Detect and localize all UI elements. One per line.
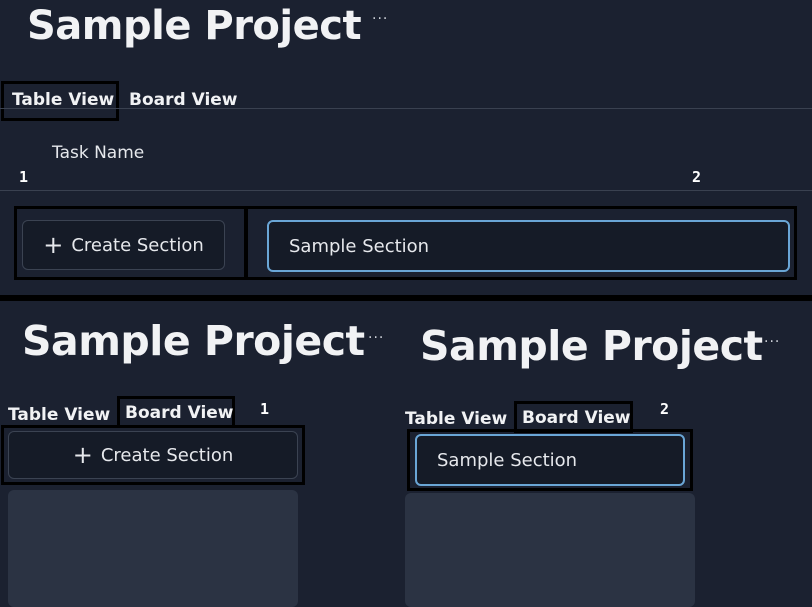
project-title: Sample Project bbox=[22, 317, 365, 365]
section-name-input[interactable] bbox=[267, 220, 790, 272]
tab-table-view[interactable]: Table View bbox=[405, 411, 507, 428]
board-column-placeholder bbox=[8, 490, 298, 607]
table-view-panel: Sample Project ··· Table View Board View… bbox=[0, 0, 812, 295]
project-title: Sample Project bbox=[27, 3, 362, 49]
section-name-input[interactable] bbox=[415, 434, 685, 486]
annotation-marker-2: 2 bbox=[660, 400, 670, 418]
tab-board-view[interactable]: Board View bbox=[117, 396, 235, 428]
plus-icon: + bbox=[72, 441, 93, 469]
tab-label: Board View bbox=[125, 403, 234, 423]
annotation-marker-1: 1 bbox=[19, 168, 29, 186]
create-section-wrapper: + Create Section bbox=[1, 425, 305, 485]
board-view-panel-step-1: Sample Project ··· Table View Board View… bbox=[0, 301, 400, 607]
tab-table-view[interactable]: Table View bbox=[8, 407, 110, 424]
tab-label: Table View bbox=[12, 90, 115, 110]
board-column-placeholder bbox=[405, 493, 695, 607]
tab-table-view[interactable]: Table View bbox=[1, 81, 119, 121]
annotation-marker-1: 1 bbox=[260, 400, 270, 418]
tab-board-view[interactable]: Board View bbox=[514, 401, 633, 433]
section-input-wrapper bbox=[407, 429, 693, 491]
tab-board-view[interactable]: Board View bbox=[129, 92, 238, 109]
create-section-button[interactable]: + Create Section bbox=[22, 220, 225, 270]
section-input-cell bbox=[245, 206, 797, 280]
create-section-cell: + Create Section bbox=[14, 206, 247, 280]
tab-label: Board View bbox=[522, 408, 631, 428]
board-view-panel-step-2: Sample Project ··· Table View Board View… bbox=[400, 301, 812, 607]
column-header-task-name: Task Name bbox=[52, 143, 145, 163]
project-title: Sample Project bbox=[420, 322, 763, 370]
annotation-marker-2: 2 bbox=[692, 168, 702, 186]
create-section-label: Create Section bbox=[100, 444, 234, 466]
create-section-label: Create Section bbox=[71, 234, 204, 256]
more-options-icon[interactable]: ··· bbox=[764, 335, 780, 349]
header-divider bbox=[0, 190, 812, 191]
more-options-icon[interactable]: ··· bbox=[372, 12, 388, 26]
more-options-icon[interactable]: ··· bbox=[368, 331, 384, 345]
create-section-button[interactable]: + Create Section bbox=[8, 431, 298, 479]
plus-icon: + bbox=[43, 231, 64, 259]
tabs-divider bbox=[0, 108, 812, 109]
